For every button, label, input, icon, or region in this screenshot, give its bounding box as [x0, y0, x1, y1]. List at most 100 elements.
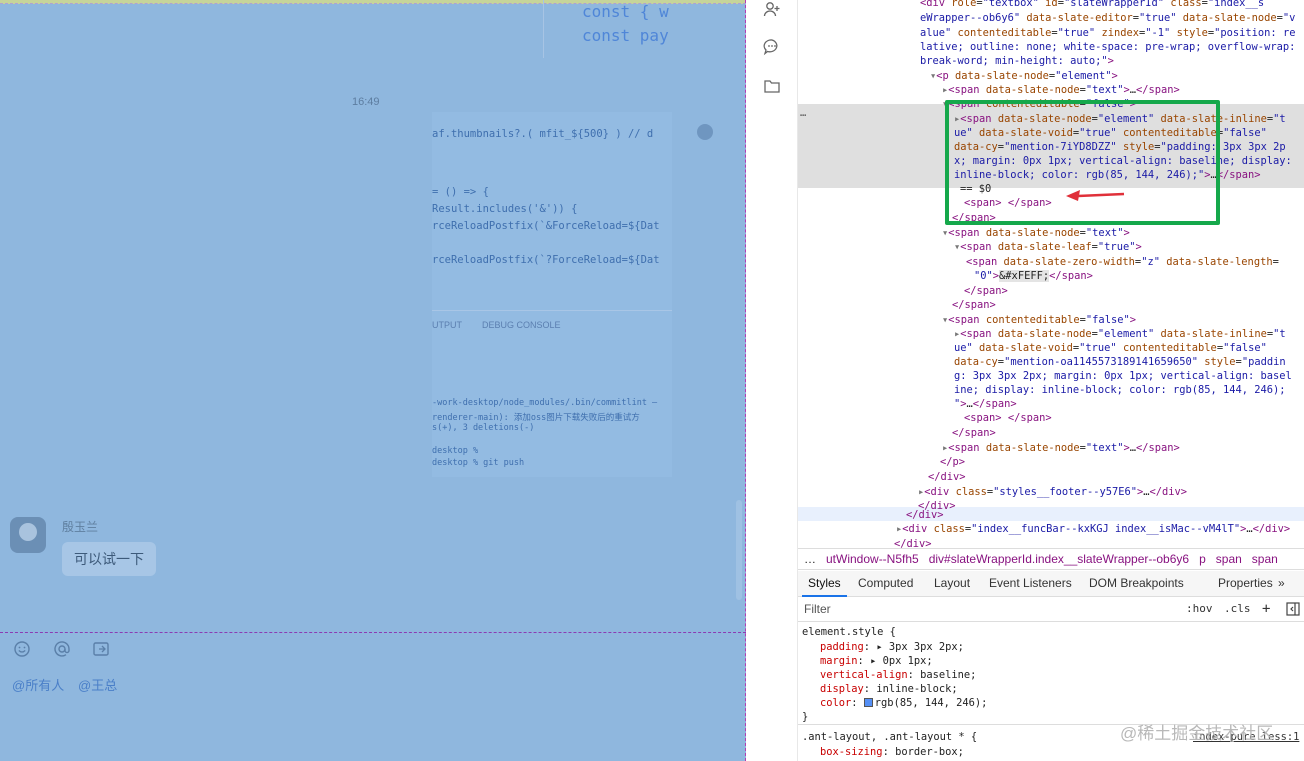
dom-line[interactable]: <span> </span>: [964, 411, 1304, 426]
elements-tree[interactable]: … <div role="textbox" id="slateWrapperId…: [798, 0, 1304, 550]
dom-line[interactable]: </span>: [952, 298, 1304, 313]
breadcrumb-item[interactable]: …: [804, 552, 816, 566]
styles-tab-bar: Styles Computed Layout Event Listeners D…: [798, 571, 1304, 597]
code-line: const pay: [582, 26, 669, 45]
code-snippet: const { w const pay: [543, 0, 746, 58]
dom-line[interactable]: eWrapper--ob6y6" data-slate-editor="true…: [920, 11, 1304, 26]
property-value[interactable]: ▸ 3px 3px 2px;: [876, 641, 964, 653]
dom-line[interactable]: ue" data-slate-void="true" contenteditab…: [954, 341, 1304, 356]
side-icon-strip: [746, 0, 798, 761]
dom-line[interactable]: ▾<p data-slate-node="element">: [930, 69, 1304, 84]
sidebar-toggle-icon[interactable]: [1286, 602, 1300, 624]
dom-line[interactable]: data-cy="mention-oa11455731891416596​50"…: [954, 355, 1304, 370]
dom-line[interactable]: </div>: [928, 470, 1304, 485]
property-name[interactable]: box-sizing: [820, 746, 883, 758]
css-property[interactable]: vertical-align: baseline;: [820, 669, 976, 683]
mention-all[interactable]: @所有人: [12, 675, 64, 694]
mention-user[interactable]: @王总: [78, 675, 117, 694]
tab-event-listeners[interactable]: Event Listeners: [983, 571, 1078, 597]
code-line: af.thumbnails?.( mfit_${500} ) // d: [432, 128, 654, 140]
dom-line[interactable]: ▸<div class="styles__footer--y57E6">…</d…: [918, 485, 1304, 500]
dom-line[interactable]: ▸<span data-slate-node="text">…</span>: [942, 441, 1304, 456]
property-value[interactable]: ▸ 0px 1px;: [870, 655, 933, 667]
rule-selector[interactable]: .ant-layout, .ant-layout * {: [802, 731, 977, 745]
node-menu-ellipsis[interactable]: …: [800, 106, 806, 121]
new-rule-button[interactable]: +: [1262, 598, 1270, 620]
dom-line[interactable]: ine; display: inline-block; color: rgb(8…: [954, 383, 1304, 398]
add-user-icon[interactable]: [763, 0, 781, 18]
output-tab: UTPUT: [432, 320, 462, 330]
dom-line[interactable]: </div>: [906, 508, 1304, 523]
property-name[interactable]: margin: [820, 655, 858, 667]
dom-line[interactable]: ▾<span data-slate-leaf="true">: [954, 240, 1304, 255]
property-value[interactable]: rgb(85, 144, 246);: [875, 697, 988, 709]
dom-line[interactable]: ">…</span>: [954, 397, 1304, 412]
breadcrumb-item[interactable]: span: [1216, 552, 1242, 566]
code-line: const { w: [582, 2, 669, 21]
property-name[interactable]: display: [820, 683, 864, 695]
code-line: = () => {: [432, 186, 489, 198]
dom-line[interactable]: </span>: [952, 426, 1304, 441]
tab-computed[interactable]: Computed: [852, 571, 919, 597]
class-toggle-button[interactable]: .cls: [1224, 598, 1251, 620]
file-icon[interactable]: [92, 640, 110, 658]
property-value[interactable]: baseline;: [920, 669, 976, 681]
css-property[interactable]: color: rgb(85, 144, 246);: [820, 697, 987, 711]
dom-line[interactable]: break-word; min-height: auto;">: [920, 54, 1304, 69]
breadcrumb: … utWindow--N5fh5 div#slateWrapperId.index…: [798, 548, 1304, 570]
property-name[interactable]: vertical-align: [820, 669, 908, 681]
composer-divider: [0, 632, 746, 633]
tab-layout[interactable]: Layout: [928, 571, 976, 597]
breadcrumb-item[interactable]: span: [1252, 552, 1278, 566]
css-property[interactable]: margin: ▸ 0px 1px;: [820, 655, 933, 669]
css-property[interactable]: box-sizing: border-box;: [820, 746, 964, 760]
watermark: @稀土掘金技术社区: [1120, 724, 1274, 743]
panel-divider: [432, 310, 672, 311]
css-property[interactable]: padding: ▸ 3px 3px 2px;: [820, 641, 964, 655]
dom-line[interactable]: <span data-slate-zero-width="z" data-sla…: [966, 255, 1304, 270]
folder-icon[interactable]: [763, 77, 781, 95]
avatar[interactable]: [697, 124, 713, 140]
tab-styles[interactable]: Styles: [802, 571, 847, 597]
screenshot-image[interactable]: af.thumbnails?.( mfit_${500} ) // d = ()…: [432, 112, 672, 477]
dom-line[interactable]: ▸<span data-slate-node="element" data-sl…: [954, 327, 1304, 342]
rule-selector[interactable]: element.style {: [802, 626, 896, 640]
breadcrumb-item[interactable]: div#slateWrapperId.index__slateWrapper--…: [929, 552, 1189, 566]
annotation-arrow-icon: [1066, 190, 1125, 201]
property-name[interactable]: color: [820, 697, 851, 709]
dom-line[interactable]: </p>: [940, 455, 1304, 470]
filter-input[interactable]: Filter: [804, 598, 831, 620]
dom-line[interactable]: g: 3px 3px 2px; margin: 0px 1px; vertica…: [954, 369, 1304, 384]
chat-scrollbar[interactable]: [736, 500, 742, 600]
dom-line[interactable]: ▾<span contenteditable="false">: [942, 313, 1304, 328]
dom-line[interactable]: ▾<span data-slate-node="text">: [942, 226, 1304, 241]
dom-line[interactable]: </span>: [964, 284, 1304, 299]
color-swatch[interactable]: [863, 698, 873, 707]
dom-line[interactable]: lative; outline: none; white-space: pre-…: [920, 40, 1304, 55]
at-mention-icon[interactable]: [53, 640, 71, 658]
message-bubble[interactable]: 可以试一下: [62, 542, 156, 576]
breadcrumb-item[interactable]: utWindow--N5fh5: [826, 552, 919, 566]
dom-line[interactable]: ▸<span data-slate-node="text">…</span>: [942, 83, 1304, 98]
more-tabs-button[interactable]: »: [1272, 571, 1291, 597]
annotation-box: [945, 100, 1220, 225]
breadcrumb-item[interactable]: p: [1199, 552, 1206, 566]
avatar[interactable]: [10, 517, 46, 553]
emoji-icon[interactable]: [13, 640, 31, 658]
property-value[interactable]: inline-block;: [876, 683, 957, 695]
dom-line[interactable]: <div role="textbox" id="slateWrapperId" …: [920, 0, 1304, 11]
tab-properties[interactable]: Properties: [1212, 571, 1279, 597]
terminal-line: desktop %: [432, 446, 479, 456]
dom-line[interactable]: ▸<div class="index__funcBar--kxKGJ index…: [896, 522, 1304, 537]
sender-name: 殷玉兰: [62, 520, 99, 534]
property-value[interactable]: border-box;: [895, 746, 964, 758]
chat-bubble-icon[interactable]: [763, 38, 781, 56]
dom-line[interactable]: "0">&#xFEFF;</span>: [974, 269, 1304, 284]
dom-line[interactable]: alue" contenteditable="true" zindex="-1"…: [920, 26, 1304, 41]
property-name[interactable]: padding: [820, 641, 864, 653]
code-line: rceReloadPostfix(`?ForceReload=${Dat: [432, 254, 660, 266]
tab-dom-breakpoints[interactable]: DOM Breakpoints: [1083, 571, 1190, 597]
hover-state-button[interactable]: :hov: [1186, 598, 1213, 620]
css-property[interactable]: display: inline-block;: [820, 683, 958, 697]
devtools-panel: … <div role="textbox" id="slateWrapperId…: [798, 0, 1304, 761]
